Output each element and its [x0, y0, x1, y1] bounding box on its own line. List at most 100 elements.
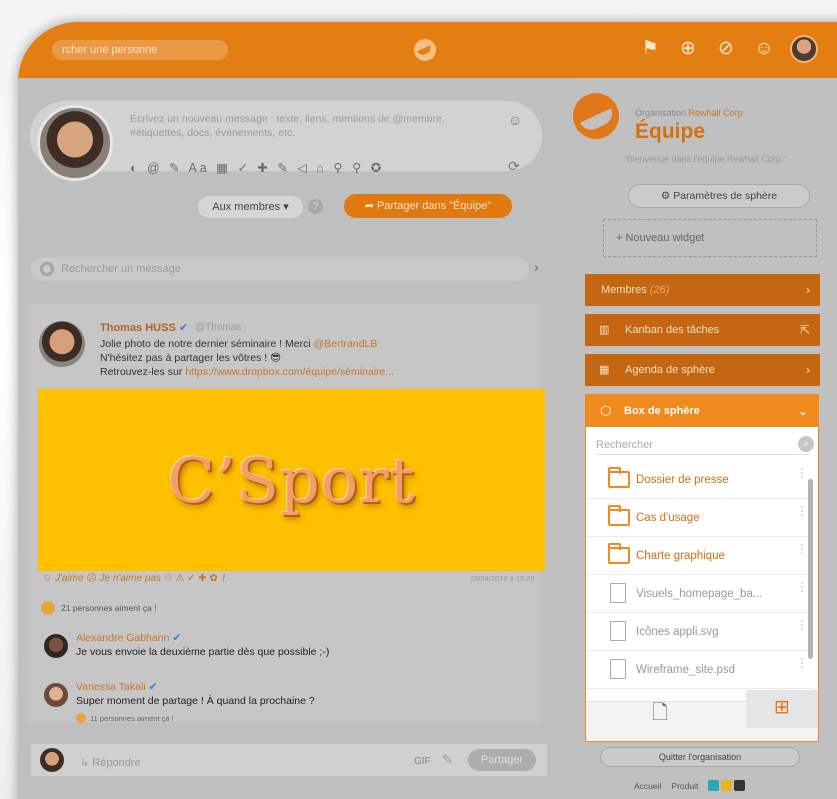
search-icon[interactable]: ⌕	[798, 436, 814, 452]
box-search-input[interactable]: Rechercher	[596, 435, 810, 455]
sphere-title: Équipe	[635, 120, 706, 143]
box-scrollbar[interactable]	[808, 479, 813, 659]
file-name: Wireframe_site.psd	[636, 664, 736, 676]
comment-author[interactable]: Vanessa Takali ✔	[76, 681, 157, 693]
composer-placeholder-line-1: Écrivez un nouveau message : texte, lien…	[130, 113, 445, 125]
members-label: Membres	[601, 284, 647, 296]
reply-share-button[interactable]: Partager	[468, 749, 536, 771]
like-icon	[76, 713, 86, 723]
refresh-icon[interactable]: ⟳	[508, 158, 520, 175]
chevron-right-icon: ›	[806, 363, 810, 377]
chevron-right-icon[interactable]: ›	[534, 259, 539, 275]
new-widget-button[interactable]: + Nouveau widget	[603, 219, 817, 257]
help-icon[interactable]: ?	[308, 199, 323, 214]
app-logo-icon[interactable]	[414, 39, 436, 61]
file-name: Visuels_homepage_ba...	[636, 588, 763, 600]
kanban-icon: ▥	[599, 324, 610, 336]
post-author-name[interactable]: Thomas HUSS ✔	[100, 321, 188, 334]
kanban-label: Kanban des tâches	[625, 324, 720, 336]
post-text-line-1: Jolie photo de notre dernier séminaire !…	[100, 338, 377, 350]
panel-agenda[interactable]: ▦ Agenda de sphère ›	[585, 354, 820, 386]
file-name: Dossier de presse	[636, 474, 729, 486]
organisation-caption: Organisation Rewhall Corp.	[635, 108, 745, 118]
organisation-company[interactable]: Rewhall Corp.	[689, 108, 746, 118]
gif-button[interactable]: GIF	[414, 756, 431, 767]
welcome-message: "Bienvenue dans l'équipe Rewhall Corp."	[623, 154, 787, 164]
top-actions: ⚑ ⊕ ⊘ ☺	[638, 35, 818, 63]
message-search-input[interactable]: Rechercher un message	[31, 257, 529, 281]
organisation-logo	[573, 93, 619, 139]
post-image[interactable]: C’Sport	[38, 389, 545, 571]
document-icon	[610, 659, 626, 679]
file-row[interactable]: Icônes appli.svg ⋮	[586, 613, 814, 651]
comment-avatar[interactable]	[44, 683, 68, 707]
file-row[interactable]: Cas d'usage ⋮	[586, 499, 814, 537]
verified-icon: ✔	[178, 322, 189, 334]
post-text: Jolie photo de notre dernier séminaire !…	[100, 338, 314, 350]
more-options-icon[interactable]: ⋮	[796, 505, 808, 517]
reaction-bar[interactable]: ☺ J'aime ☹ Je n'aime pas ♲ ⚠ ✓ ✚ ✿ ⌇	[42, 573, 226, 584]
post-text: Retrouvez-les sur	[100, 366, 186, 378]
mention-link[interactable]: @BertrandLB	[314, 338, 378, 350]
comment-author[interactable]: Alexandre Gabhann ✔	[76, 632, 181, 644]
sphere-settings-button[interactable]: ⚙ Paramètres de sphère	[628, 184, 810, 208]
sphere-box-header[interactable]: ⬡ Box de sphère ⌄	[586, 395, 818, 427]
add-sphere-icon[interactable]: ⊕	[676, 37, 700, 61]
flag-icon[interactable]: ⚑	[638, 37, 662, 61]
more-options-icon[interactable]: ⋮	[796, 467, 808, 479]
panel-members[interactable]: Membres (26) ›	[585, 274, 820, 306]
document-icon	[610, 621, 626, 641]
document-icon	[610, 583, 626, 603]
external-link-icon: ⇱	[799, 323, 810, 337]
agenda-label: Agenda de sphère	[625, 364, 715, 376]
audience-select[interactable]: Aux membres ▾	[198, 196, 303, 218]
likes-summary[interactable]: 21 personnes aiment ça !	[41, 601, 156, 615]
file-name: Charte graphique	[636, 550, 725, 562]
more-options-icon[interactable]: ⋮	[796, 543, 808, 555]
comment-likes-count: 11 personnes aiment ça !	[90, 713, 174, 723]
members-count: (26)	[649, 284, 670, 296]
panel-kanban[interactable]: ▥ Kanban des tâches ⇱	[585, 314, 820, 346]
person-search-input[interactable]: rcher une personne	[52, 40, 228, 60]
more-options-icon[interactable]: ⋮	[796, 619, 808, 631]
footer-links: Accueil Produit	[634, 780, 746, 791]
folder-icon	[608, 467, 630, 488]
file-name: Cas d'usage	[636, 512, 700, 524]
add-folder-icon: ⊞	[774, 697, 790, 718]
dropbox-link[interactable]: https://www.dropbox.com/équipe/séminaire…	[185, 366, 394, 378]
composer-toolbar[interactable]: ◐ @ ✎ Aa ▦ ✓ ✚ ✎ ◁ ⌂ ⚲ ⚲ ✪	[130, 160, 384, 175]
file-row[interactable]: Visuels_homepage_ba... ⋮	[586, 575, 814, 613]
post-text-line-2: N'hésitez pas à partager les vôtres ! 😎	[100, 352, 282, 364]
share-button[interactable]: ➦ Partager dans "Équipe"	[344, 194, 512, 218]
file-row[interactable]: Charte graphique ⋮	[586, 537, 814, 575]
add-file-icon[interactable]: 🗋	[652, 698, 668, 732]
comment-avatar[interactable]	[44, 634, 68, 658]
emoji-icon[interactable]: ☺	[508, 112, 522, 128]
comment-likes[interactable]: 11 personnes aiment ça !	[76, 713, 174, 723]
user-avatar[interactable]	[790, 35, 818, 63]
search-icon	[40, 262, 54, 276]
verified-icon: ✔	[148, 681, 158, 693]
post-author-avatar[interactable]	[39, 321, 85, 367]
add-contact-icon[interactable]: ☺	[752, 37, 776, 61]
reply-input[interactable]: ↳ Répondre	[80, 756, 141, 769]
more-options-icon[interactable]: ⋮	[796, 657, 808, 669]
comment-text: Je vous envoie la deuxième partie dès qu…	[76, 646, 330, 658]
top-bar: rcher une personne ⚑ ⊕ ⊘ ☺	[18, 22, 837, 78]
more-options-icon[interactable]: ⋮	[796, 581, 808, 593]
folder-icon	[608, 505, 630, 526]
file-row[interactable]: Dossier de presse ⋮	[586, 461, 814, 499]
composer-placeholder[interactable]: Écrivez un nouveau message : texte, lien…	[130, 112, 460, 140]
likes-count: 21 personnes aiment ça !	[61, 603, 157, 613]
app-cubes-icon[interactable]	[708, 780, 746, 791]
quit-organisation-button[interactable]: Quitter l'organisation	[600, 747, 800, 767]
post-author-handle: @Thomas	[195, 322, 242, 333]
footer-link-product[interactable]: Produit	[671, 781, 698, 791]
add-event-icon[interactable]: ⊘	[714, 37, 738, 61]
cube-icon	[734, 780, 746, 791]
footer-link-home[interactable]: Accueil	[634, 781, 661, 791]
post-image-title: C’Sport	[167, 443, 416, 517]
file-row[interactable]: Wireframe_site.psd ⋮	[586, 651, 814, 689]
sphere-box-title: Box de sphère	[624, 405, 700, 417]
attachment-icon[interactable]: ✎	[442, 752, 453, 768]
